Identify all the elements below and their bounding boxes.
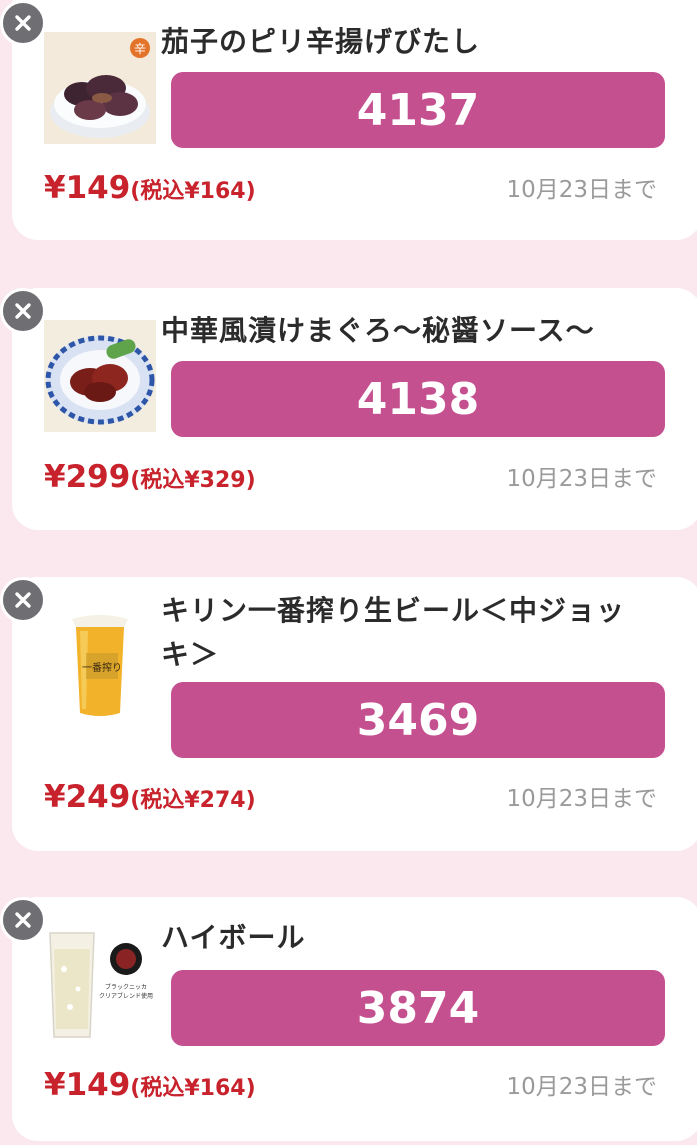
price-value: ¥299: [44, 459, 131, 495]
price-value: ¥149: [44, 170, 131, 206]
close-icon[interactable]: [0, 577, 46, 623]
spicy-badge-icon: 辛: [134, 42, 146, 56]
close-icon[interactable]: [0, 897, 46, 943]
deadline-text: 10月23日まで: [506, 177, 657, 203]
price: ¥149(税込¥164): [44, 170, 256, 206]
whisky-brand-text: ブラックニッカ: [105, 983, 147, 991]
coupon-code-button[interactable]: 4137: [171, 72, 665, 148]
item-name: キリン一番搾り生ビール＜中ジョッキ＞: [161, 594, 626, 671]
tuna-dish-image: [44, 320, 156, 432]
price: ¥249(税込¥274): [44, 779, 256, 815]
eggplant-dish-image: 辛: [44, 32, 156, 144]
tax-price: (税込¥329): [130, 468, 256, 493]
item-name: 中華風漬けまぐろ〜秘醤ソース〜: [161, 314, 595, 347]
coupon-code-button[interactable]: 4138: [171, 361, 665, 437]
deadline-text: 10月23日まで: [506, 786, 657, 812]
tax-price: (税込¥274): [130, 788, 256, 813]
tax-price: (税込¥164): [130, 179, 256, 204]
deadline-text: 10月23日まで: [506, 1074, 657, 1100]
coupon-code-button[interactable]: 3874: [171, 970, 665, 1046]
close-icon[interactable]: [0, 288, 46, 334]
price: ¥149(税込¥164): [44, 1067, 256, 1103]
whisky-sub-text: クリアブレンド使用: [99, 992, 153, 1000]
price: ¥299(税込¥329): [44, 459, 256, 495]
item-name: 茄子のピリ辛揚げびたし: [161, 25, 481, 58]
coupon-code-button[interactable]: 3469: [171, 682, 665, 758]
price-value: ¥249: [44, 779, 131, 815]
beer-logo-text: 一番搾り: [82, 661, 122, 674]
highball-glass-image: ブラックニッカ クリアブレンド使用: [44, 929, 156, 1041]
item-name: ハイボール: [161, 921, 306, 954]
close-icon[interactable]: [0, 0, 46, 46]
price-value: ¥149: [44, 1067, 131, 1103]
deadline-text: 10月23日まで: [506, 466, 657, 492]
tax-price: (税込¥164): [130, 1076, 256, 1101]
beer-mug-image: 一番搾り: [44, 609, 156, 721]
